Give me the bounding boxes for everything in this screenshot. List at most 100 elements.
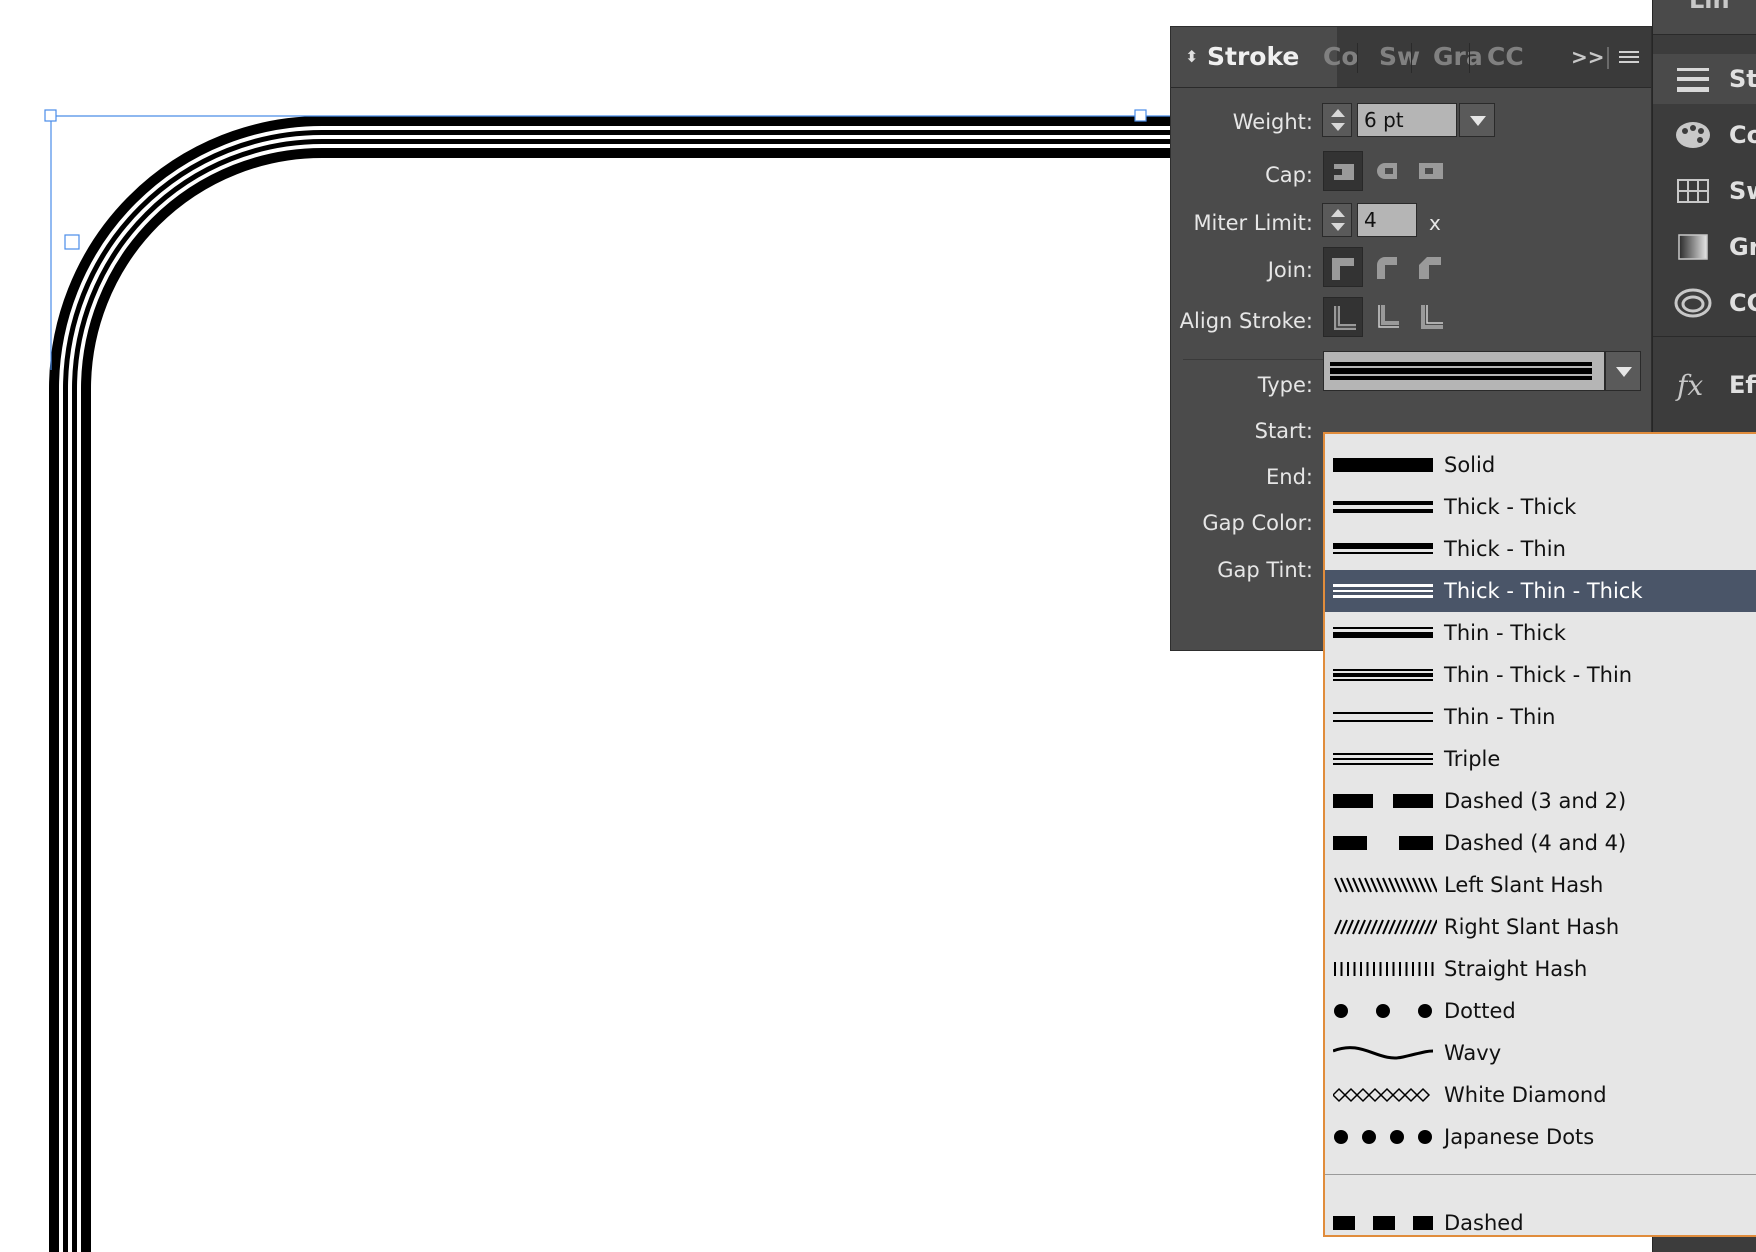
- panel-collapse-icon[interactable]: ⬍: [1185, 27, 1198, 87]
- type-option-thick-thick[interactable]: Thick - Thick: [1325, 486, 1756, 528]
- type-dropdown[interactable]: [1323, 351, 1605, 391]
- creative-cloud-icon: [1674, 288, 1712, 318]
- dock-item-effects[interactable]: fx Eff: [1653, 360, 1756, 410]
- weight-label: Weight:: [1232, 110, 1313, 134]
- type-option-dotted[interactable]: Dotted: [1325, 990, 1756, 1032]
- align-inside-button[interactable]: [1367, 297, 1407, 337]
- type-option-right-slant-hash[interactable]: Right Slant Hash: [1325, 906, 1756, 948]
- tab-gradient[interactable]: Gra: [1433, 27, 1483, 87]
- stroke-swatch-dashed-3-2: [1333, 794, 1433, 808]
- stroke-swatch-wavy: [1333, 1046, 1434, 1060]
- type-option-dashed-3-2[interactable]: Dashed (3 and 2): [1325, 780, 1756, 822]
- miter-limit-field[interactable]: 4: [1357, 203, 1417, 237]
- type-option-label: Dashed (3 and 2): [1444, 789, 1627, 813]
- bevel-join-button[interactable]: [1411, 247, 1451, 287]
- type-option-label: Japanese Dots: [1444, 1125, 1595, 1149]
- dock-item-gradient[interactable]: Gr: [1653, 222, 1756, 272]
- align-center-button[interactable]: [1323, 297, 1363, 337]
- stroke-swatch-straight-hash: [1334, 962, 1434, 976]
- stroke-swatch-thin-thin: [1333, 712, 1433, 722]
- stroke-swatch-japanese-dots: [1334, 1130, 1432, 1144]
- type-option-white-diamond[interactable]: White Diamond: [1325, 1074, 1756, 1116]
- butt-cap-icon: [1334, 164, 1354, 180]
- type-option-thin-thick[interactable]: Thin - Thick: [1325, 612, 1756, 654]
- dock-top-label: Lin: [1689, 0, 1730, 14]
- type-option-label: Left Slant Hash: [1444, 873, 1604, 897]
- fx-icon: fx: [1675, 369, 1703, 402]
- type-option-left-slant-hash[interactable]: Left Slant Hash: [1325, 864, 1756, 906]
- corner-option-handle[interactable]: [64, 234, 80, 250]
- type-option-thick-thin-thick[interactable]: Thick - Thin - Thick: [1325, 570, 1756, 612]
- gap-color-label: Gap Color:: [1202, 511, 1313, 535]
- round-join-button[interactable]: [1367, 247, 1407, 287]
- stroke-swatch-right-slant-hash: [1334, 919, 1437, 935]
- type-option-thin-thin[interactable]: Thin - Thin: [1325, 696, 1756, 738]
- align-outside-icon: [1421, 305, 1443, 329]
- overflow-glyph: >>: [1571, 45, 1605, 69]
- stroke-swatch-dashed-4-4: [1333, 836, 1433, 850]
- type-label: Type:: [1257, 373, 1313, 397]
- type-option-label: Triple: [1444, 747, 1501, 771]
- type-option-wavy[interactable]: Wavy: [1325, 1032, 1756, 1074]
- type-option-thick-thin[interactable]: Thick - Thin: [1325, 528, 1756, 570]
- butt-cap-button[interactable]: [1323, 151, 1363, 191]
- type-option-label: Thin - Thin: [1444, 705, 1556, 729]
- type-option-label: Wavy: [1444, 1041, 1502, 1065]
- tab-color[interactable]: Co: [1323, 27, 1359, 87]
- tabs-overflow-icon[interactable]: >>: [1571, 27, 1605, 87]
- align-center-icon: [1334, 306, 1356, 330]
- weight-stepper[interactable]: [1322, 103, 1352, 137]
- type-option-straight-hash[interactable]: Straight Hash: [1325, 948, 1756, 990]
- tab-swatches[interactable]: Sw: [1379, 27, 1420, 87]
- type-option-label: Thin - Thick - Thin: [1444, 663, 1633, 687]
- type-option-label: Dashed (4 and 4): [1444, 831, 1627, 855]
- selection-handle[interactable]: [44, 109, 57, 122]
- gap-tint-label: Gap Tint:: [1217, 558, 1313, 582]
- projecting-cap-icon: [1419, 163, 1443, 179]
- tab-cc-libraries[interactable]: CC: [1487, 27, 1524, 87]
- stroke-swatch-left-slant-hash: [1334, 877, 1437, 893]
- panel-grip: [1607, 47, 1609, 69]
- tab-label: Stroke: [1207, 42, 1300, 71]
- align-outside-button[interactable]: [1411, 297, 1451, 337]
- tab-stroke[interactable]: ⬍ Stroke: [1171, 27, 1337, 87]
- dock-item-cc-libraries[interactable]: CC: [1653, 278, 1756, 328]
- panel-menu-icon[interactable]: [1619, 49, 1641, 67]
- dock-item-swatches[interactable]: Sw: [1653, 166, 1756, 216]
- type-option-japanese-dots[interactable]: Japanese Dots: [1325, 1116, 1756, 1158]
- round-cap-icon: [1377, 163, 1397, 179]
- type-option-label: Thin - Thick: [1444, 621, 1566, 645]
- type-dropdown-button[interactable]: [1605, 351, 1641, 391]
- type-option-label: Thick - Thin - Thick: [1444, 579, 1643, 603]
- type-option-solid[interactable]: Solid: [1325, 444, 1756, 486]
- dock-item-stroke[interactable]: Str: [1653, 54, 1756, 104]
- type-option-label: White Diamond: [1444, 1083, 1607, 1107]
- type-option-dashed-4-4[interactable]: Dashed (4 and 4): [1325, 822, 1756, 864]
- type-option-thin-thick-thin[interactable]: Thin - Thick - Thin: [1325, 654, 1756, 696]
- tab-label: Co: [1323, 42, 1359, 71]
- dock-item-label: Co: [1729, 121, 1756, 149]
- type-option-dashed-custom[interactable]: Dashed: [1325, 1202, 1756, 1244]
- miter-join-button[interactable]: [1323, 247, 1363, 287]
- stroke-swatch-thick-thick: [1333, 501, 1433, 513]
- dock-divider: [1653, 336, 1756, 337]
- weight-field[interactable]: 6 pt: [1357, 103, 1457, 137]
- round-cap-button[interactable]: [1367, 151, 1407, 191]
- start-label: Start:: [1254, 419, 1313, 443]
- miter-limit-stepper[interactable]: [1322, 203, 1352, 237]
- projecting-cap-button[interactable]: [1411, 151, 1451, 191]
- selection-handle[interactable]: [1134, 109, 1147, 122]
- cap-label: Cap:: [1265, 163, 1313, 187]
- stroke-swatch-dotted: [1334, 1004, 1432, 1018]
- type-option-label: Dotted: [1444, 999, 1516, 1023]
- svg-text:fx: fx: [1675, 369, 1703, 402]
- stroked-frame[interactable]: [49, 116, 1180, 1252]
- type-option-triple[interactable]: Triple: [1325, 738, 1756, 780]
- weight-dropdown-button[interactable]: [1459, 103, 1495, 137]
- dock-item-color[interactable]: Co: [1653, 110, 1756, 160]
- stroke-swatch-solid: [1333, 458, 1433, 472]
- type-option-label: Thick - Thin: [1444, 537, 1566, 561]
- type-preview-thick-thin-thick: [1330, 362, 1592, 380]
- stroke-type-menu: Solid Thick - Thick Thick - Thin Thick - Th…: [1323, 432, 1756, 1237]
- dock-top-item[interactable]: Lin: [1653, 0, 1756, 35]
